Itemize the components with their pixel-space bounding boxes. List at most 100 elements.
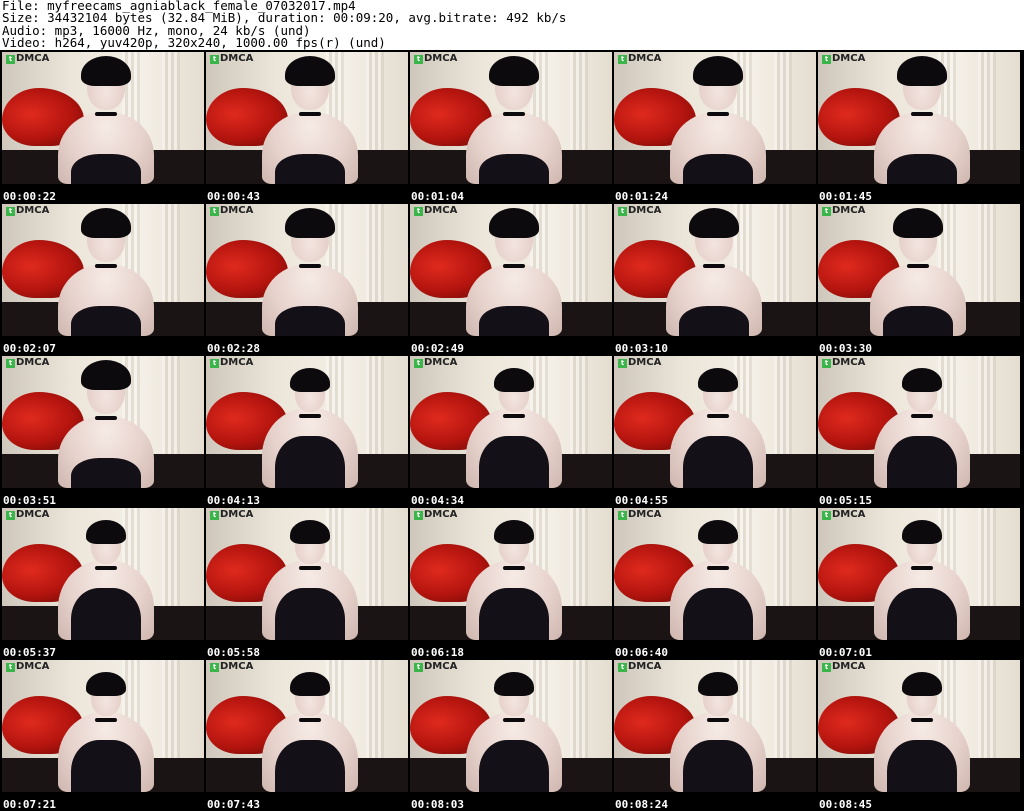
thumbnail-cell[interactable]: t DMCA 00:06:40 bbox=[612, 506, 816, 659]
dmca-badge-icon: t bbox=[618, 511, 627, 520]
thumbnail-image: t DMCA bbox=[206, 52, 408, 184]
choker-decor bbox=[503, 414, 525, 418]
thumbnail-cell[interactable]: t DMCA 00:03:30 bbox=[816, 202, 1020, 355]
dress-decor bbox=[887, 588, 957, 640]
dmca-logo: t DMCA bbox=[822, 357, 882, 370]
hair-decor bbox=[494, 672, 534, 696]
thumbnail-cell[interactable]: t DMCA 00:04:13 bbox=[204, 354, 408, 507]
thumbnail-cell[interactable]: t DMCA 00:05:15 bbox=[816, 354, 1020, 507]
hair-decor bbox=[902, 520, 942, 544]
dress-decor bbox=[683, 588, 753, 640]
thumbnail-image: t DMCA bbox=[2, 508, 204, 640]
thumbnail-timestamp: 00:07:21 bbox=[3, 798, 56, 811]
hair-decor bbox=[902, 672, 942, 696]
thumbnail-cell[interactable]: t DMCA 00:03:51 bbox=[0, 354, 204, 507]
hair-decor bbox=[81, 56, 131, 86]
dmca-logo-text: DMCA bbox=[424, 205, 458, 216]
thumbnail-image: t DMCA bbox=[206, 508, 408, 640]
dress-decor bbox=[275, 436, 345, 488]
thumbnail-cell[interactable]: t DMCA 00:04:34 bbox=[408, 354, 612, 507]
hair-decor bbox=[290, 672, 330, 696]
dress-decor bbox=[275, 588, 345, 640]
dmca-logo: t DMCA bbox=[414, 661, 474, 674]
choker-decor bbox=[503, 264, 525, 268]
hair-decor bbox=[698, 368, 738, 392]
dmca-logo-text: DMCA bbox=[220, 357, 254, 368]
thumbnail-cell[interactable]: t DMCA 00:05:58 bbox=[204, 506, 408, 659]
choker-decor bbox=[503, 112, 525, 116]
choker-decor bbox=[911, 112, 933, 116]
dmca-logo-text: DMCA bbox=[424, 661, 458, 672]
thumbnail-cell[interactable]: t DMCA 00:01:04 bbox=[408, 50, 612, 203]
dress-decor bbox=[479, 436, 549, 488]
thumbnail-cell[interactable]: t DMCA 00:03:10 bbox=[612, 202, 816, 355]
hair-decor bbox=[285, 208, 335, 238]
thumbnail-image: t DMCA bbox=[2, 356, 204, 488]
thumbnail-cell[interactable]: t DMCA 00:02:28 bbox=[204, 202, 408, 355]
thumbnail-cell[interactable]: t DMCA 00:02:07 bbox=[0, 202, 204, 355]
dmca-badge-icon: t bbox=[618, 663, 627, 672]
dmca-logo: t DMCA bbox=[618, 357, 678, 370]
dmca-badge-icon: t bbox=[6, 511, 15, 520]
choker-decor bbox=[299, 264, 321, 268]
thumbnail-cell[interactable]: t DMCA 00:08:24 bbox=[612, 658, 816, 811]
dmca-logo-text: DMCA bbox=[424, 357, 458, 368]
thumbnail-cell[interactable]: t DMCA 00:07:01 bbox=[816, 506, 1020, 659]
hair-decor bbox=[81, 208, 131, 238]
thumbnail-image: t DMCA bbox=[614, 204, 816, 336]
dmca-logo: t DMCA bbox=[414, 205, 474, 218]
dress-decor bbox=[71, 458, 141, 488]
choker-decor bbox=[707, 566, 729, 570]
dress-decor bbox=[479, 154, 549, 184]
dmca-logo: t DMCA bbox=[414, 357, 474, 370]
dress-decor bbox=[71, 588, 141, 640]
dress-decor bbox=[275, 154, 345, 184]
thumbnail-image: t DMCA bbox=[206, 660, 408, 792]
hair-decor bbox=[897, 56, 947, 86]
dmca-badge-icon: t bbox=[822, 55, 831, 64]
dmca-logo-text: DMCA bbox=[424, 509, 458, 520]
thumbnail-cell[interactable]: t DMCA 00:00:43 bbox=[204, 50, 408, 203]
choker-decor bbox=[95, 718, 117, 722]
thumbnail-cell[interactable]: t DMCA 00:00:22 bbox=[0, 50, 204, 203]
hair-decor bbox=[489, 56, 539, 86]
thumbnail-cell[interactable]: t DMCA 00:08:03 bbox=[408, 658, 612, 811]
dmca-logo-text: DMCA bbox=[832, 357, 866, 368]
thumbnail-cell[interactable]: t DMCA 00:08:45 bbox=[816, 658, 1020, 811]
dmca-logo-text: DMCA bbox=[832, 509, 866, 520]
choker-decor bbox=[299, 112, 321, 116]
choker-decor bbox=[907, 264, 929, 268]
thumbnail-image: t DMCA bbox=[614, 356, 816, 488]
hair-decor bbox=[689, 208, 739, 238]
dmca-logo-text: DMCA bbox=[16, 53, 50, 64]
dress-decor bbox=[479, 740, 549, 792]
thumbnail-cell[interactable]: t DMCA 00:07:21 bbox=[0, 658, 204, 811]
choker-decor bbox=[299, 414, 321, 418]
dmca-badge-icon: t bbox=[210, 359, 219, 368]
thumbnail-image: t DMCA bbox=[206, 356, 408, 488]
thumbnail-cell[interactable]: t DMCA 00:06:18 bbox=[408, 506, 612, 659]
thumbnail-cell[interactable]: t DMCA 00:05:37 bbox=[0, 506, 204, 659]
choker-decor bbox=[95, 264, 117, 268]
thumbnail-image: t DMCA bbox=[2, 204, 204, 336]
hair-decor bbox=[902, 368, 942, 392]
thumbnail-image: t DMCA bbox=[410, 660, 612, 792]
dmca-badge-icon: t bbox=[822, 359, 831, 368]
thumbnail-cell[interactable]: t DMCA 00:02:49 bbox=[408, 202, 612, 355]
dress-decor bbox=[683, 740, 753, 792]
thumbnail-image: t DMCA bbox=[818, 204, 1020, 336]
choker-decor bbox=[707, 718, 729, 722]
thumbnail-cell[interactable]: t DMCA 00:04:55 bbox=[612, 354, 816, 507]
dmca-badge-icon: t bbox=[6, 55, 15, 64]
thumbnail-cell[interactable]: t DMCA 00:01:24 bbox=[612, 50, 816, 203]
hair-decor bbox=[290, 368, 330, 392]
thumbnail-image: t DMCA bbox=[818, 356, 1020, 488]
choker-decor bbox=[299, 566, 321, 570]
thumbnail-image: t DMCA bbox=[2, 52, 204, 184]
thumbnail-cell[interactable]: t DMCA 00:01:45 bbox=[816, 50, 1020, 203]
thumbnail-timestamp: 00:08:24 bbox=[615, 798, 668, 811]
dmca-badge-icon: t bbox=[414, 55, 423, 64]
dmca-logo-text: DMCA bbox=[628, 357, 662, 368]
dmca-logo: t DMCA bbox=[822, 53, 882, 66]
thumbnail-cell[interactable]: t DMCA 00:07:43 bbox=[204, 658, 408, 811]
